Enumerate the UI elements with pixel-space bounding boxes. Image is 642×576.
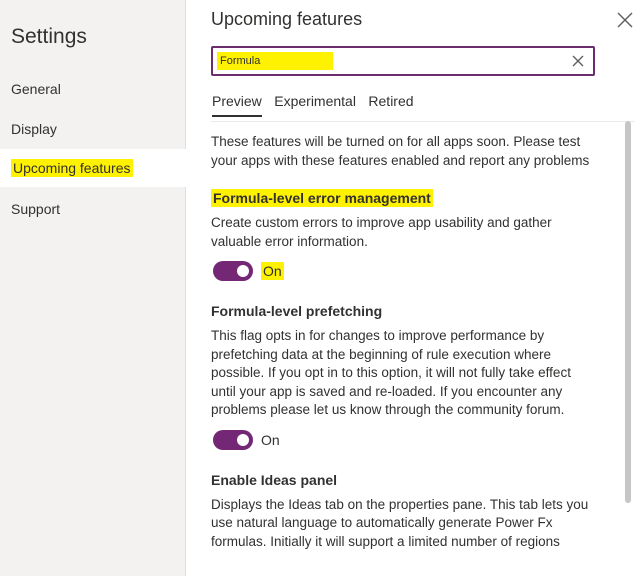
tab-divider: [211, 121, 635, 122]
tab-preview[interactable]: Preview: [212, 93, 262, 117]
panel-title: Upcoming features: [211, 9, 363, 29]
feature-title: Formula-level prefetching: [211, 303, 383, 319]
feature-title: Enable Ideas panel: [211, 471, 338, 488]
sidebar-item-upcoming-features[interactable]: Upcoming features: [0, 149, 186, 187]
feature-description: Create custom errors to improve app usab…: [211, 215, 552, 249]
sidebar-item-label: General: [11, 81, 61, 97]
feature-item: Enable Ideas panel Displays the Ideas ta…: [211, 472, 599, 552]
settings-sidebar: Settings General Display Upcoming featur…: [0, 0, 186, 576]
sidebar-item-label: Display: [11, 121, 57, 137]
scrollbar[interactable]: [625, 121, 631, 503]
feature-item: Formula-level prefetching This flag opts…: [211, 303, 599, 452]
feature-item: Formula-level error management Create cu…: [211, 189, 599, 283]
upcoming-features-panel: Upcoming features Preview Experimental R…: [186, 0, 642, 576]
toggle-knob: [237, 265, 249, 277]
sidebar-item-general[interactable]: General: [0, 70, 186, 108]
sidebar-item-support[interactable]: Support: [0, 190, 186, 228]
feature-description: This flag opts in for changes to improve…: [211, 328, 571, 417]
sidebar-item-label: Support: [11, 201, 61, 217]
toggle-row: On: [211, 428, 599, 452]
tab-experimental[interactable]: Experimental: [274, 93, 356, 115]
search-box: [211, 46, 595, 76]
prefetching-toggle[interactable]: [213, 429, 253, 450]
toggle-row: On: [211, 259, 599, 283]
toggle-label: On: [261, 262, 284, 280]
clear-search-icon[interactable]: [571, 54, 585, 68]
close-icon[interactable]: [615, 10, 635, 30]
sidebar-title: Settings: [11, 25, 87, 48]
feature-title: Formula-level error management: [211, 189, 433, 207]
search-input[interactable]: [217, 52, 333, 70]
intro-text: These features will be turned on for all…: [211, 134, 590, 168]
features-list: These features will be turned on for all…: [211, 133, 599, 559]
toggle-knob: [237, 433, 249, 446]
toggle-label: On: [261, 431, 280, 448]
sidebar-item-label: Upcoming features: [11, 159, 133, 177]
feature-tabs: Preview Experimental Retired: [212, 93, 422, 121]
error-management-toggle[interactable]: [213, 261, 253, 281]
tab-retired[interactable]: Retired: [368, 93, 413, 115]
sidebar-item-display[interactable]: Display: [0, 110, 186, 148]
feature-description: Displays the Ideas tab on the properties…: [211, 496, 589, 549]
